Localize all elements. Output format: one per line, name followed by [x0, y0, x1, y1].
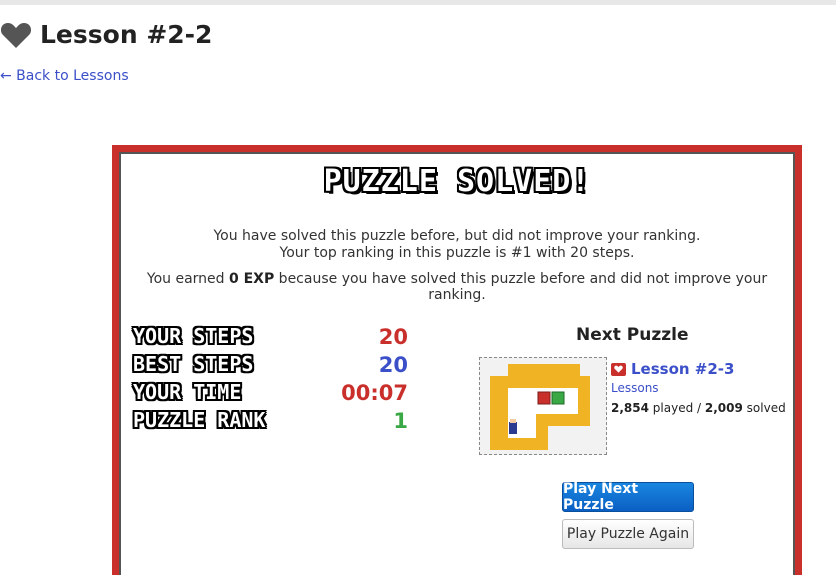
puzzle-map-image [480, 358, 606, 454]
played-label: played / [648, 401, 705, 415]
played-count: 2,854 [611, 401, 649, 415]
puzzle-rank-label: PUZZLE RANK [133, 408, 266, 432]
earned-prefix: You earned [146, 271, 229, 287]
solved-label: solved [742, 401, 786, 415]
earned-message: You earned 0 EXP because you have solved… [121, 271, 793, 303]
top-bar [0, 0, 836, 5]
next-puzzle-info: Lesson #2-3 Lessons 2,854 played / 2,009… [611, 360, 786, 415]
heart-icon [0, 22, 32, 48]
modal-content: PUZZLE SOLVED! You have solved this puzz… [119, 152, 795, 575]
message-line-2: Your top ranking in this puzzle is #1 wi… [279, 245, 635, 261]
next-lesson-category[interactable]: Lessons [611, 381, 786, 395]
puzzle-solved-modal: PUZZLE SOLVED! You have solved this puzz… [112, 145, 802, 575]
best-steps-label: BEST STEPS [133, 352, 254, 376]
message-line-1: You have solved this puzzle before, but … [213, 228, 701, 244]
earned-exp: 0 EXP [229, 271, 275, 287]
solved-count: 2,009 [704, 401, 743, 415]
puzzle-rank-value: 1 [393, 409, 408, 433]
best-steps-value: 20 [378, 353, 408, 377]
next-lesson-stats: 2,854 played / 2,009 solved [611, 401, 786, 415]
next-puzzle-heading: Next Puzzle [576, 325, 689, 345]
next-puzzle-thumbnail[interactable] [479, 357, 607, 455]
play-puzzle-again-button[interactable]: Play Puzzle Again [562, 519, 694, 549]
back-to-lessons-link[interactable]: ← Back to Lessons [0, 68, 129, 84]
heart-badge-icon [611, 362, 626, 376]
your-steps-label: YOUR STEPS [133, 324, 254, 348]
modal-heading: PUZZLE SOLVED! [323, 164, 591, 199]
next-lesson-name: Lesson #2-3 [631, 360, 735, 378]
your-time-value: 00:07 [341, 381, 408, 405]
page-title: Lesson #2-2 [40, 20, 213, 49]
page-header: Lesson #2-2 [0, 20, 212, 49]
play-next-puzzle-button[interactable]: Play Next Puzzle [562, 481, 694, 513]
earned-suffix: because you have solved this puzzle befo… [274, 271, 768, 303]
your-steps-value: 20 [378, 325, 408, 349]
next-lesson-link[interactable]: Lesson #2-3 [611, 360, 786, 378]
your-time-label: YOUR TIME [133, 380, 242, 404]
